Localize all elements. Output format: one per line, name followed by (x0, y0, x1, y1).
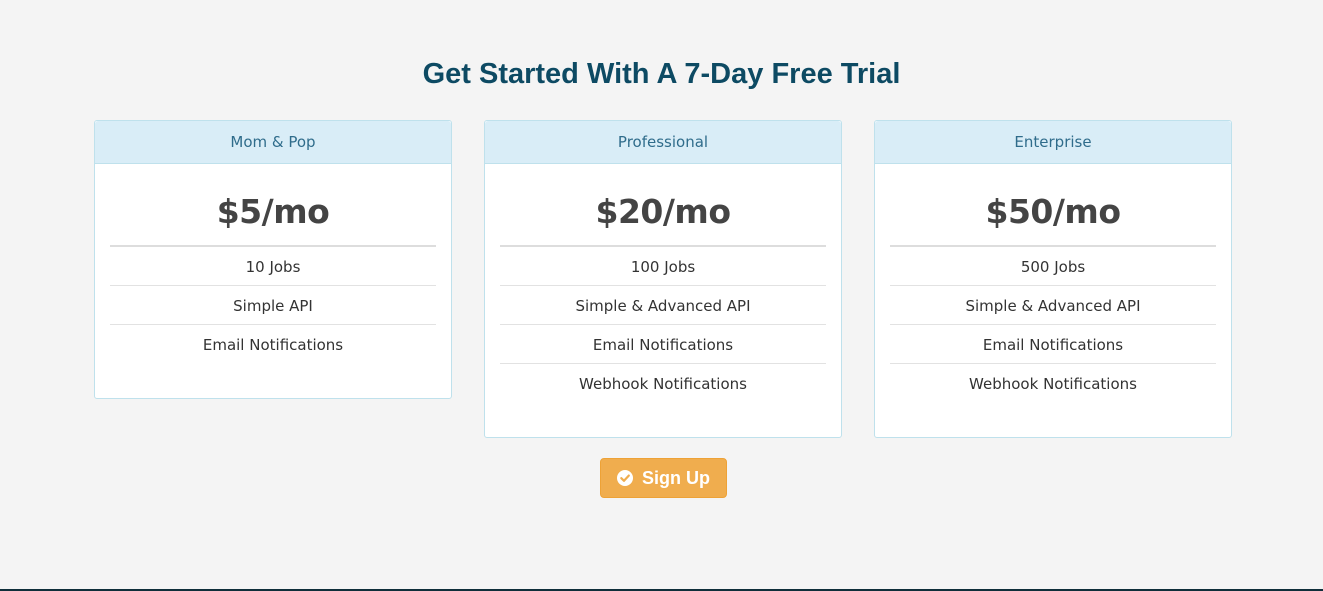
plan-body: $5/mo 10 Jobs Simple API Email Notificat… (95, 164, 451, 363)
feature-item: 100 Jobs (500, 247, 826, 286)
feature-item: Webhook Notifications (969, 375, 1137, 393)
feature-item: Simple API (110, 286, 436, 325)
plan-price: $5/mo (110, 164, 436, 247)
plan-body: $20/mo 100 Jobs Simple & Advanced API Em… (485, 164, 841, 402)
plan-card-professional: Professional $20/mo 100 Jobs Simple & Ad… (484, 120, 842, 438)
feature-item: Email Notifications (890, 325, 1216, 364)
feature-item: Simple & Advanced API (500, 286, 826, 325)
plan-card-mom-and-pop: Mom & Pop $5/mo 10 Jobs Simple API Email… (94, 120, 452, 399)
feature-item: Simple & Advanced API (890, 286, 1216, 325)
sign-up-label: Sign Up (642, 467, 710, 488)
plan-name: Mom & Pop (95, 121, 451, 164)
feature-item: 500 Jobs (890, 247, 1216, 286)
feature-item: 10 Jobs (110, 247, 436, 286)
page-title: Get Started With A 7-Day Free Trial (422, 58, 901, 90)
feature-list: 10 Jobs Simple API Email Notifications (110, 247, 436, 363)
plan-card-enterprise: Enterprise $50/mo 500 Jobs Simple & Adva… (874, 120, 1232, 438)
feature-item: Email Notifications (202, 336, 344, 354)
feature-list: 100 Jobs Simple & Advanced API Email Not… (500, 247, 826, 402)
feature-list: 500 Jobs Simple & Advanced API Email Not… (890, 247, 1216, 402)
plan-name: Enterprise (875, 121, 1231, 164)
plan-name: Professional (485, 121, 841, 164)
feature-item: Email Notifications (500, 325, 826, 364)
pricing-plans: Mom & Pop $5/mo 10 Jobs Simple API Email… (94, 120, 1234, 440)
pricing-page: Get Started With A 7-Day Free Trial Mom … (0, 0, 1323, 591)
check-circle-icon (617, 470, 633, 486)
plan-price: $50/mo (890, 164, 1216, 247)
plan-price: $20/mo (500, 164, 826, 247)
feature-item: Webhook Notifications (579, 375, 747, 393)
sign-up-button[interactable]: Sign Up (600, 458, 727, 498)
plan-body: $50/mo 500 Jobs Simple & Advanced API Em… (875, 164, 1231, 402)
